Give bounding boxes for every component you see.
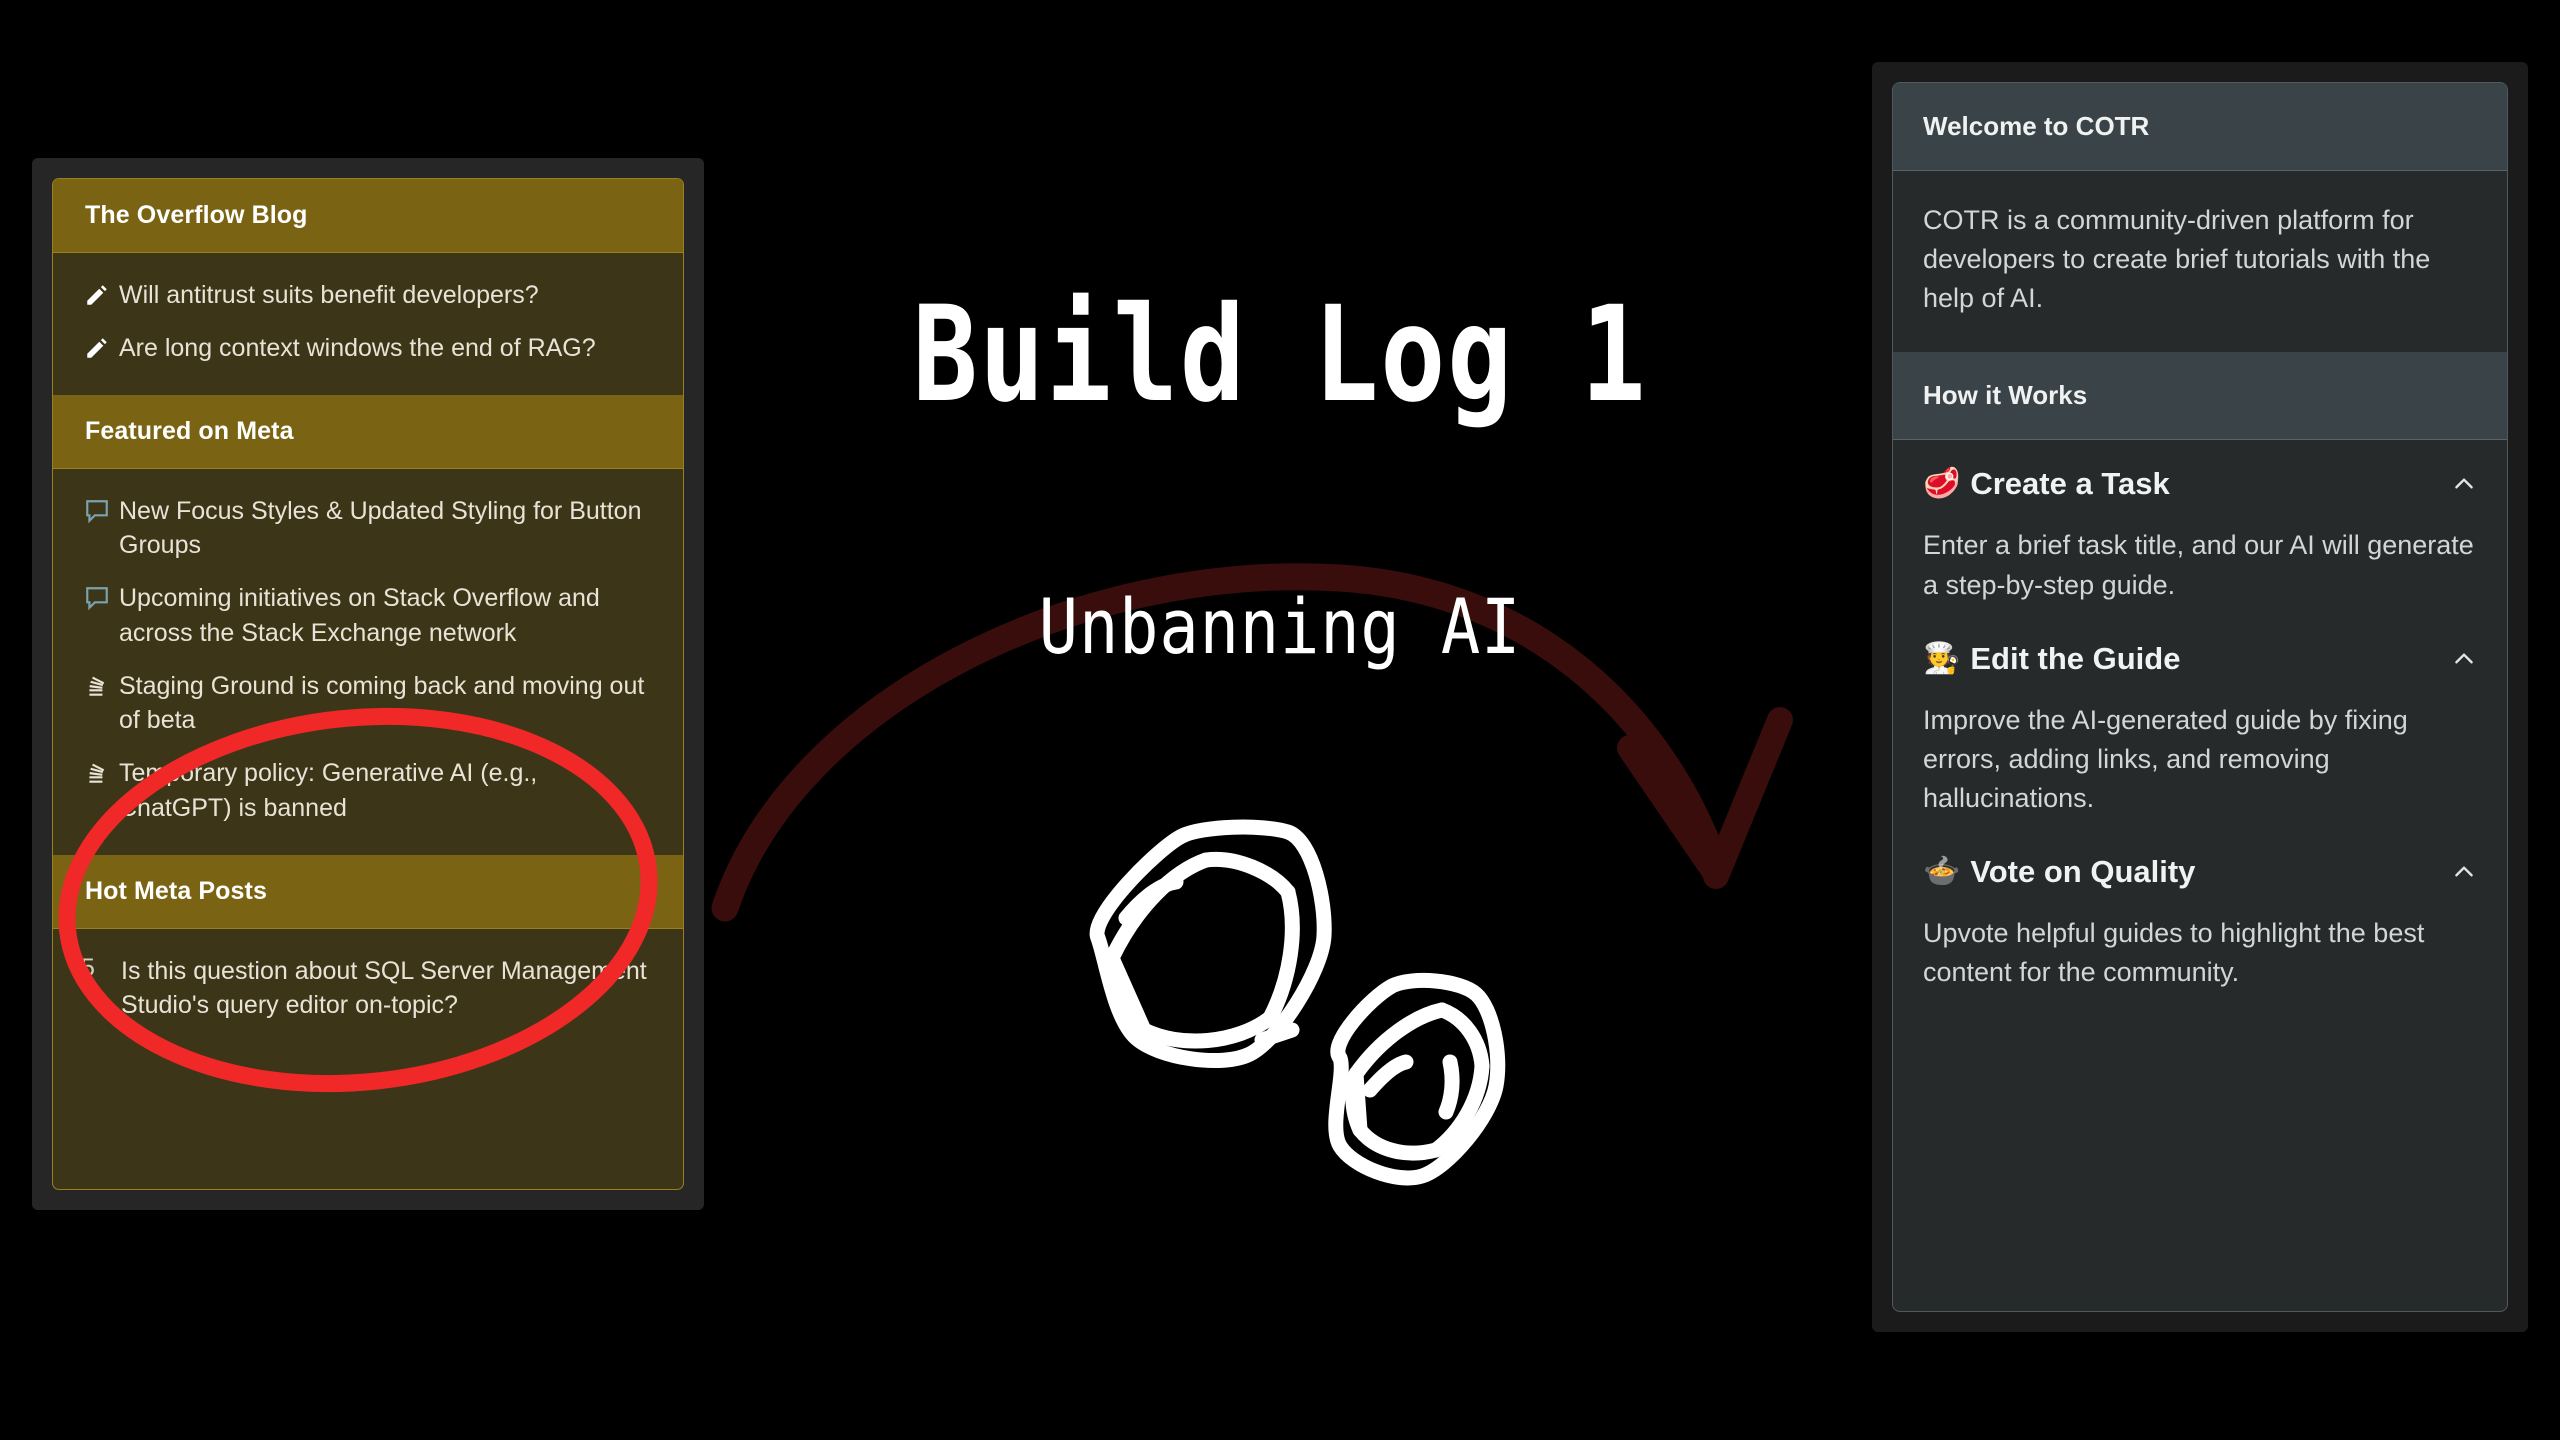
slide-center-content: Build Log 1 Unbanning AI [710, 0, 1850, 1440]
stacks-icon [75, 756, 119, 786]
cotr-panel-window: Welcome to COTR COTR is a community-driv… [1872, 62, 2528, 1332]
ice-cubes-doodle [1089, 819, 1506, 1186]
stack-overflow-sidebar-window: The Overflow Blog Will antitrust suits b… [32, 158, 704, 1210]
page-title: Build Log 1 [912, 278, 1648, 432]
cut-of-meat-emoji: 🥩 [1923, 467, 1961, 501]
stack-overflow-sidebar: The Overflow Blog Will antitrust suits b… [52, 178, 684, 1190]
accordion-title: Edit the Guide [1970, 640, 2181, 676]
pot-of-food-emoji: 🍲 [1923, 855, 1961, 889]
cotr-panel: Welcome to COTR COTR is a community-driv… [1892, 82, 2508, 1312]
accordion-title: Vote on Quality [1970, 854, 2196, 890]
accordion-description: Upvote helpful guides to highlight the b… [1923, 918, 2425, 988]
accordion-item-create-a-task[interactable]: 🥩 Create a Task Enter a brief task title… [1893, 440, 2507, 614]
page-subtitle: Unbanning AI [1038, 582, 1522, 671]
accordion-title: Create a Task [1970, 466, 2170, 502]
curved-arrow-annotation [711, 563, 1793, 922]
how-it-works-header: How it Works [1893, 352, 2507, 441]
list-item-text: Staging Ground is coming back and moving… [119, 671, 645, 735]
list-item[interactable]: Staging Ground is coming back and moving… [53, 660, 683, 748]
list-item[interactable]: 5 Is this question about SQL Server Mana… [53, 945, 683, 1033]
list-item-text: Temporary policy: Generative AI (e.g., C… [119, 759, 538, 822]
vote-count: 5 [81, 953, 95, 982]
accordion-header[interactable]: 🧑‍🍳 Edit the Guide [1923, 615, 2477, 683]
list-item-text: Upcoming initiatives on Stack Overflow a… [119, 584, 600, 647]
stacks-icon [75, 669, 119, 699]
section-body-hot-meta-posts: 5 Is this question about SQL Server Mana… [53, 928, 683, 1052]
section-header-featured-on-meta: Featured on Meta [53, 394, 683, 469]
accordion-description: Improve the AI-generated guide by fixing… [1923, 704, 2408, 813]
list-item[interactable]: Are long context windows the end of RAG? [53, 322, 683, 375]
list-item-text: Are long context windows the end of RAG? [119, 333, 596, 362]
list-item[interactable]: New Focus Styles & Updated Styling for B… [53, 485, 683, 573]
chevron-up-icon[interactable] [2451, 859, 2477, 885]
speech-bubble-icon [75, 581, 119, 611]
section-body-featured-on-meta: New Focus Styles & Updated Styling for B… [53, 468, 683, 855]
chef-emoji: 🧑‍🍳 [1923, 641, 1961, 675]
list-item-text: New Focus Styles & Updated Styling for B… [119, 496, 642, 560]
welcome-body: COTR is a community-driven platform for … [1893, 171, 2507, 353]
accordion-item-vote-on-quality[interactable]: 🍲 Vote on Quality Upvote helpful guides … [1893, 828, 2507, 1002]
list-item-text: Is this question about SQL Server Manage… [121, 956, 647, 1020]
pencil-icon [75, 278, 119, 308]
accordion-header[interactable]: 🥩 Create a Task [1923, 440, 2477, 508]
chevron-up-icon[interactable] [2451, 646, 2477, 672]
list-item[interactable]: Temporary policy: Generative AI (e.g., C… [53, 747, 683, 835]
list-item[interactable]: Will antitrust suits benefit developers? [53, 269, 683, 322]
chevron-up-icon[interactable] [2451, 471, 2477, 497]
section-header-overflow-blog: The Overflow Blog [53, 179, 683, 253]
welcome-description: COTR is a community-driven platform for … [1923, 205, 2431, 314]
section-body-overflow-blog: Will antitrust suits benefit developers?… [53, 253, 683, 395]
list-item-text: Will antitrust suits benefit developers? [119, 281, 539, 309]
accordion-item-edit-the-guide[interactable]: 🧑‍🍳 Edit the Guide Improve the AI-genera… [1893, 615, 2507, 828]
accordion-description: Enter a brief task title, and our AI wil… [1923, 530, 2474, 600]
welcome-header: Welcome to COTR [1893, 83, 2507, 171]
list-item[interactable]: Upcoming initiatives on Stack Overflow a… [53, 572, 683, 660]
accordion-header[interactable]: 🍲 Vote on Quality [1923, 828, 2477, 896]
pencil-icon [75, 331, 119, 361]
section-header-hot-meta-posts: Hot Meta Posts [53, 854, 683, 929]
speech-bubble-icon [75, 494, 119, 524]
